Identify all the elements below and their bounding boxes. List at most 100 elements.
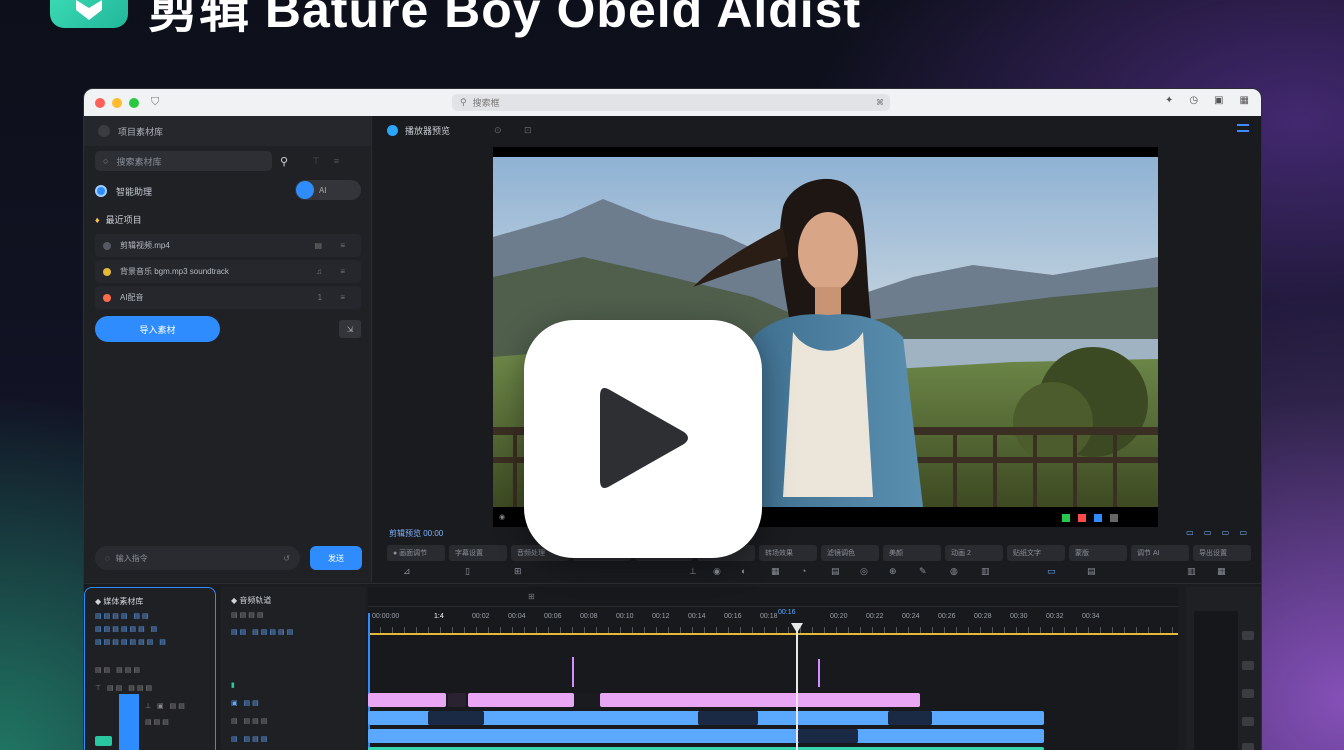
green-badge-icon[interactable]	[1062, 514, 1070, 522]
assistant-row[interactable]: 智能助理 AI	[95, 180, 361, 202]
strip-button[interactable]	[1242, 743, 1254, 750]
effect-tab[interactable]: 调节 AI	[1131, 545, 1189, 561]
gray-badge-icon[interactable]	[1110, 514, 1118, 522]
share-icon[interactable]: ✦	[1165, 95, 1173, 106]
tool-icon[interactable]: ⊕	[889, 566, 897, 577]
work-area-bar[interactable]	[368, 633, 1178, 635]
effect-tab[interactable]: 导出设置	[1193, 545, 1251, 561]
list-item[interactable]: 剪辑视频.mp4 ▤ ≡	[95, 234, 361, 257]
minimize-window-button[interactable]	[112, 97, 122, 108]
video-clip[interactable]	[448, 693, 466, 707]
grid-icon[interactable]: ▦	[1240, 95, 1249, 106]
play-button[interactable]	[524, 320, 762, 558]
file-name: 背景音乐 bgm.mp3 soundtrack	[120, 267, 229, 276]
tool-icon[interactable]: ▥	[981, 566, 990, 577]
playhead[interactable]	[796, 627, 798, 750]
blue-badge-icon[interactable]	[1094, 514, 1102, 522]
media-row[interactable]: ⊤ ▤▤ ▤▤▤	[95, 684, 154, 692]
chat-icon: ◌	[105, 553, 110, 563]
tool-icon[interactable]: ✎	[919, 566, 927, 577]
tool-icon[interactable]: ◐	[741, 566, 746, 576]
timeline[interactable]: ⊞ 00:00:00 1:4 00:02 00:04 00:06 00:08 0…	[368, 587, 1178, 750]
tool-icon[interactable]: ▦	[771, 566, 780, 577]
status-right[interactable]: ▭ ▭ ▭ ▭	[1186, 528, 1251, 537]
tool-icon[interactable]: ▯	[465, 566, 470, 577]
tool-icon[interactable]: ▭	[1047, 566, 1056, 577]
strip-button[interactable]	[1242, 717, 1254, 726]
ruler-label: 00:16	[724, 613, 742, 620]
tool-icon[interactable]: ⊿	[403, 566, 411, 577]
maximize-window-button[interactable]	[129, 97, 139, 108]
search-button[interactable]: ⚲	[280, 155, 288, 168]
history-icon[interactable]: ◷	[1189, 95, 1198, 106]
preview-tools[interactable]: ⊙ ⊡	[494, 125, 542, 136]
media-thumbnail[interactable]	[119, 694, 139, 750]
tool-icon[interactable]: ▥	[1187, 566, 1196, 577]
tool-icon[interactable]: ▦	[1217, 566, 1226, 577]
effect-tab[interactable]: 滤镜调色	[821, 545, 879, 561]
status-left: 剪辑预览 00:00	[389, 529, 444, 538]
audio-track-1	[368, 711, 1178, 725]
prompt-input[interactable]: ◌ 输入指令 ↺	[95, 546, 300, 570]
tool-icon[interactable]: ◍	[950, 566, 958, 577]
list-item[interactable]: AI配音 1 ≡	[95, 286, 361, 309]
video-clip[interactable]	[600, 693, 920, 707]
import-button[interactable]: 导入素材	[95, 316, 220, 342]
tool-icon[interactable]: ◔	[801, 566, 806, 576]
media-row[interactable]: ▤▤▤▤ ▤▤	[95, 612, 151, 620]
strip-button[interactable]	[1242, 631, 1254, 640]
timeline-header-icon[interactable]: ⊞	[528, 592, 535, 601]
search-input[interactable]: ○ 搜索素材库	[95, 151, 272, 171]
effect-tab[interactable]: 贴纸文字	[1007, 545, 1065, 561]
media-row[interactable]: ⊥ ▣ ▤▤	[145, 702, 187, 710]
search-icon: ⚲	[460, 97, 467, 107]
tool-icon[interactable]: ⊞	[514, 566, 522, 577]
shield-icon[interactable]: ⛉	[151, 96, 159, 109]
track-row[interactable]: ▤▤▤▤	[231, 611, 265, 619]
video-clip[interactable]	[368, 693, 446, 707]
track-row[interactable]: ▤ ▤▤▤	[231, 735, 269, 743]
tool-icon[interactable]: ◉	[713, 566, 721, 577]
list-item[interactable]: 背景音乐 bgm.mp3 soundtrack ♫ ≡	[95, 260, 361, 283]
track-row[interactable]: ▤ ▤▤▤	[231, 717, 269, 725]
effect-tab[interactable]: ● 画面调节	[387, 545, 445, 561]
close-window-button[interactable]	[95, 97, 105, 108]
effect-tab[interactable]: 蒙版	[1069, 545, 1127, 561]
track-row[interactable]: ▮	[231, 681, 237, 689]
tool-icon[interactable]: ▤	[831, 566, 840, 577]
video-clip[interactable]	[468, 693, 574, 707]
media-row[interactable]: ▤▤ ▤▤▤	[95, 666, 142, 674]
media-row[interactable]: ▤▤▤	[145, 718, 171, 726]
red-badge-icon[interactable]	[1078, 514, 1086, 522]
ruler-label: 00:04	[508, 613, 526, 620]
effect-tab[interactable]: 字幕设置	[449, 545, 507, 561]
strip-button[interactable]	[1242, 689, 1254, 698]
ruler-label: 00:30	[1010, 613, 1028, 620]
refresh-icon[interactable]: ↺	[283, 554, 290, 563]
expand-button[interactable]: ⇲	[339, 320, 361, 338]
audio-clip[interactable]	[368, 729, 1044, 743]
tool-icon[interactable]: ◎	[860, 566, 868, 577]
time-ruler[interactable]: 00:00:00 1:4 00:02 00:04 00:06 00:08 00:…	[368, 609, 1178, 633]
strip-button[interactable]	[1242, 661, 1254, 670]
track-row[interactable]: ▣ ▤▤	[231, 699, 261, 707]
track-row[interactable]: ▤▤ ▤▤▤▤▤	[231, 628, 295, 636]
address-bar[interactable]: ⚲ 搜索框 ⌘	[452, 94, 890, 111]
media-row[interactable]: ▤▤▤▤▤▤ ▤	[95, 625, 159, 633]
media-row[interactable]: ▤▤▤▤▤▤▤ ▤	[95, 638, 168, 646]
keyframe-marker[interactable]	[572, 657, 574, 687]
tool-icon[interactable]: ⊥	[689, 566, 697, 577]
window-icon[interactable]: ▣	[1214, 95, 1223, 106]
effect-tab[interactable]: 动画 2	[945, 545, 1003, 561]
tool-icon[interactable]: ▤	[1087, 566, 1096, 577]
track-panel-title: ◆ 音频轨道	[231, 596, 272, 605]
send-button[interactable]: 发送	[310, 546, 362, 570]
keyframe-marker[interactable]	[818, 659, 820, 687]
assistant-toggle[interactable]: AI	[295, 180, 361, 200]
library-icon	[98, 125, 110, 137]
effect-tab[interactable]: 转场效果	[759, 545, 817, 561]
search-placeholder: 搜索素材库	[116, 156, 162, 167]
menu-icon[interactable]	[1237, 124, 1249, 132]
filter-icons[interactable]: ⊤≡	[312, 156, 353, 167]
effect-tab[interactable]: 美颜	[883, 545, 941, 561]
